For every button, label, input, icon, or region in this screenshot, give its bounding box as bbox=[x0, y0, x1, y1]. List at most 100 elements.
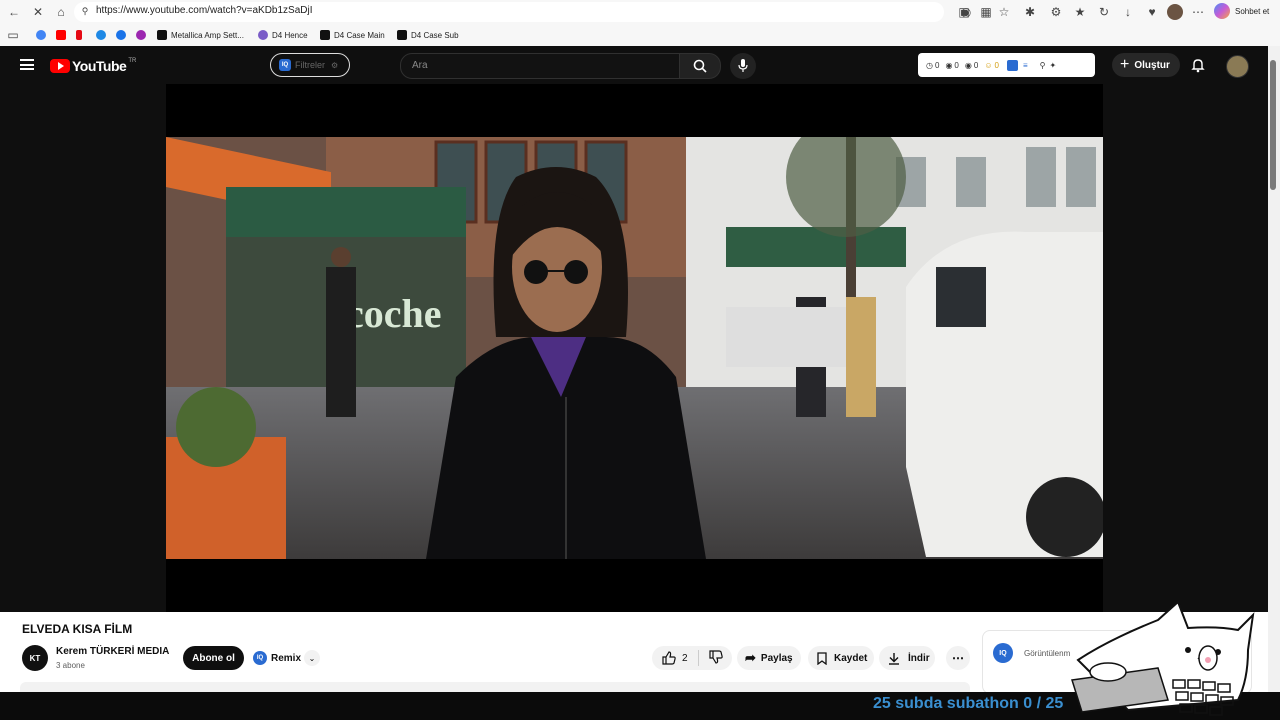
sparkle-icon: ✦ bbox=[1049, 60, 1057, 70]
bookmark-site-icon bbox=[96, 30, 106, 40]
bookmark-label: D4 Hence bbox=[272, 30, 308, 40]
browser-toolbar: ← ✕ ⌂ ⚲ https://www.youtube.com/watch?v=… bbox=[0, 0, 1280, 24]
bookmark-item[interactable] bbox=[56, 28, 70, 42]
plus-icon: + bbox=[1120, 56, 1130, 73]
download-button[interactable]: İndir bbox=[879, 646, 935, 670]
description-box[interactable] bbox=[20, 682, 970, 692]
bookmark-site-icon bbox=[136, 30, 146, 40]
save-label: Kaydet bbox=[834, 652, 868, 664]
site-info-icon[interactable]: ⚲ bbox=[78, 4, 92, 18]
history-icon[interactable]: ↻ bbox=[1096, 4, 1112, 20]
apps-icon[interactable]: ▦ bbox=[978, 4, 994, 20]
back-icon[interactable]: ← bbox=[6, 4, 22, 20]
create-label: Oluştur bbox=[1134, 59, 1170, 71]
downloads-icon[interactable]: ↓ bbox=[1120, 4, 1136, 20]
address-bar[interactable]: ⚲ https://www.youtube.com/watch?v=aKDb1z… bbox=[74, 2, 971, 22]
notifications-button[interactable] bbox=[1190, 57, 1206, 73]
bookmark-item[interactable] bbox=[116, 28, 130, 42]
more-horizontal-icon: ⋯ bbox=[952, 651, 964, 665]
account-avatar[interactable] bbox=[1226, 55, 1249, 78]
stop-loading-icon[interactable]: ✕ bbox=[30, 4, 46, 20]
scrollbar-thumb[interactable] bbox=[1270, 60, 1276, 190]
bookmark-d4-hence[interactable]: D4 Hence bbox=[258, 28, 308, 42]
search-button[interactable] bbox=[679, 53, 721, 79]
filters-button[interactable]: IQ Filtreler ⚙ bbox=[270, 53, 350, 77]
trophy-icon: ⚲ bbox=[1039, 60, 1046, 70]
subscriber-count: 3 abone bbox=[56, 661, 85, 670]
remix-label: Remix bbox=[271, 652, 302, 664]
microphone-icon bbox=[738, 59, 748, 72]
google-icon bbox=[36, 30, 46, 40]
remix-dropdown[interactable]: ⌄ bbox=[304, 650, 320, 666]
bookmark-item[interactable] bbox=[36, 28, 50, 42]
like-button[interactable]: 2 bbox=[662, 651, 688, 665]
eye-icon: ◉ bbox=[945, 60, 953, 70]
channel-avatar[interactable]: KT bbox=[22, 645, 48, 671]
stat-count: 0 bbox=[994, 60, 999, 70]
search-placeholder: Ara bbox=[412, 60, 428, 71]
more-actions-button[interactable]: ⋯ bbox=[946, 646, 970, 670]
subscribe-label: Abone ol bbox=[192, 652, 235, 664]
netflix-icon bbox=[76, 30, 82, 40]
bookmark-label: Metallica Amp Sett... bbox=[171, 30, 244, 40]
search-input[interactable]: Ara bbox=[400, 53, 680, 79]
stat-count: 0 bbox=[934, 60, 940, 70]
bookmark-d4-case-main[interactable]: D4 Case Main bbox=[320, 28, 385, 42]
bookmark-item[interactable] bbox=[136, 28, 150, 42]
voice-search-button[interactable] bbox=[730, 53, 756, 79]
bookmark-item[interactable] bbox=[76, 28, 86, 42]
extension-stats-widget[interactable]: ◷ 0 ◉ 0 ◉ 0 ☺ 0 ≡ ⚲ ✦ bbox=[918, 53, 1095, 77]
stat-count: 0 bbox=[973, 60, 979, 70]
stat-count: 0 bbox=[954, 60, 959, 70]
youtube-header: YouTube TR IQ Filtreler ⚙ Ara ◷ 0 ◉ 0 ◉ 0 ☺… bbox=[0, 46, 1270, 84]
more-menu-icon[interactable]: ⋯ bbox=[1190, 4, 1206, 20]
bookmark-site-icon bbox=[397, 30, 407, 40]
youtube-logo-text: YouTube bbox=[72, 58, 127, 74]
url-text: https://www.youtube.com/watch?v=aKDb1zSa… bbox=[96, 5, 313, 16]
filter-settings-icon: ⚙ bbox=[331, 60, 339, 70]
region-code: TR bbox=[128, 58, 137, 64]
remix-button[interactable]: IQ Remix bbox=[253, 648, 301, 668]
dislike-button[interactable] bbox=[708, 649, 723, 667]
bongo-cat-overlay bbox=[1068, 600, 1280, 720]
bookmark-site-icon bbox=[320, 30, 330, 40]
chat-label: Sohbet et bbox=[1235, 6, 1270, 16]
extension-iq-icon: IQ bbox=[253, 651, 267, 665]
download-icon bbox=[889, 652, 899, 665]
menu-icon[interactable] bbox=[20, 59, 34, 70]
profile-avatar[interactable] bbox=[1167, 4, 1183, 20]
copilot-icon bbox=[1214, 3, 1230, 19]
browser-essentials-icon[interactable]: ⚙ bbox=[1048, 4, 1064, 20]
user-icon: ☺ bbox=[984, 60, 993, 70]
favorite-star-icon[interactable]: ☆ bbox=[996, 4, 1012, 20]
youtube-icon bbox=[56, 30, 66, 40]
bookmark-d4-case-sub[interactable]: D4 Case Sub bbox=[397, 28, 459, 42]
bookmark-site-icon bbox=[258, 30, 268, 40]
like-dislike-group: 2 bbox=[652, 646, 732, 670]
extension-icon[interactable]: ✱ bbox=[1022, 4, 1038, 20]
extension-iq-icon bbox=[1006, 59, 1018, 71]
create-button[interactable]: + Oluştur bbox=[1112, 53, 1180, 77]
favorites-icon[interactable]: ★ bbox=[1072, 4, 1088, 20]
bookmark-item[interactable] bbox=[96, 28, 110, 42]
bookmark-label: D4 Case Main bbox=[334, 30, 385, 40]
video-frame-image: coche bbox=[166, 137, 1103, 559]
copilot-chat-button[interactable]: Sohbet et bbox=[1214, 3, 1269, 19]
sign-text: coche bbox=[346, 291, 442, 336]
play-icon bbox=[116, 30, 126, 40]
home-icon[interactable]: ⌂ bbox=[53, 4, 69, 20]
search-icon bbox=[693, 59, 707, 73]
subscribe-button[interactable]: Abone ol bbox=[183, 646, 244, 670]
share-label: Paylaş bbox=[760, 652, 793, 664]
channel-name[interactable]: Kerem TÜRKERİ MEDIA bbox=[56, 646, 169, 657]
eye-icon: ◉ bbox=[964, 60, 972, 70]
bookmark-metallica[interactable]: Metallica Amp Sett... bbox=[157, 28, 244, 42]
list-icon: ≡ bbox=[1022, 60, 1028, 70]
save-button[interactable]: Kaydet bbox=[808, 646, 874, 670]
translate-icon[interactable]: ▣ bbox=[956, 4, 972, 20]
performance-icon[interactable]: ♥ bbox=[1144, 4, 1160, 20]
share-button[interactable]: ➦ Paylaş bbox=[737, 646, 801, 670]
youtube-logo[interactable]: YouTube TR bbox=[50, 58, 136, 74]
filters-label: Filtreler bbox=[295, 60, 326, 70]
collections-icon[interactable]: ▭ bbox=[5, 27, 21, 43]
